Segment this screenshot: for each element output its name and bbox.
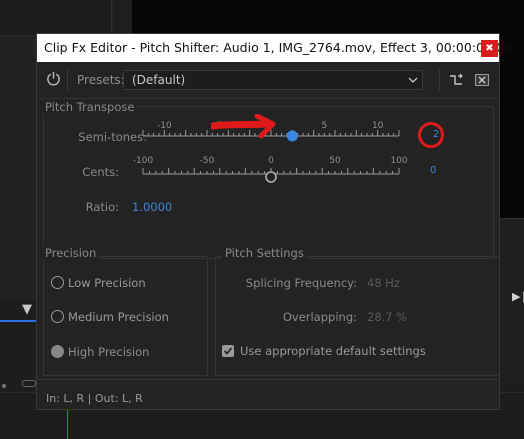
low-precision-radio[interactable]: Low Precision (51, 276, 146, 290)
overlapping-label: Overlapping: (282, 310, 357, 324)
splicing-frequency-value[interactable]: 48 Hz (367, 276, 400, 290)
radio-icon (51, 310, 64, 323)
presets-label: Presets: (77, 73, 125, 87)
radio-label: Medium Precision (68, 310, 169, 324)
bypass-icon[interactable] (475, 74, 489, 86)
slider-tick-label: -50 (200, 156, 215, 166)
ratio-value[interactable]: 1.0000 (132, 200, 172, 214)
pitch-settings-label: Pitch Settings (222, 246, 307, 260)
high-precision-radio[interactable]: High Precision (51, 345, 149, 359)
checkmark-icon (223, 347, 233, 355)
background-timeline-marker (0, 320, 36, 322)
slider-tick-label: 0 (268, 156, 274, 166)
slider-thumb[interactable] (265, 171, 277, 183)
slider-tick-label: -10 (157, 121, 172, 131)
routing-icon[interactable] (449, 73, 463, 87)
slider-thumb[interactable] (286, 130, 298, 142)
footer-divider (37, 379, 499, 380)
precision-label: Precision (42, 246, 100, 260)
slider-tick-label: 50 (329, 156, 341, 166)
filter-icon: ▼ (22, 302, 32, 317)
power-icon[interactable] (46, 71, 61, 86)
background-pane (0, 0, 112, 36)
cents-slider[interactable]: -100 -50 0 50 100 (131, 154, 411, 184)
toolbar-separator (67, 70, 68, 90)
pitch-transpose-label: Pitch Transpose (42, 100, 138, 114)
toolbar-divider (37, 98, 499, 99)
splicing-frequency-label: Splicing Frequency: (245, 276, 357, 290)
semitones-label: Semi-tones: (78, 130, 147, 144)
background-pane (114, 0, 132, 36)
slider-tick-label: 10 (372, 121, 384, 131)
background-dot-icon (2, 384, 6, 388)
use-default-label: Use appropriate default settings (240, 344, 426, 358)
title-bar[interactable]: Clip Fx Editor - Pitch Shifter: Audio 1,… (37, 34, 512, 62)
cents-label: Cents: (82, 165, 119, 179)
cents-value[interactable]: 0 (430, 165, 436, 176)
slider-tick-label: -100 (133, 156, 154, 166)
slider-tick-label: 5 (321, 121, 327, 131)
window-title: Clip Fx Editor - Pitch Shifter: Audio 1,… (44, 40, 513, 55)
background-tag-icon (22, 380, 36, 387)
radio-label: High Precision (68, 345, 150, 359)
radio-label: Low Precision (68, 276, 146, 290)
chevron-down-icon (408, 77, 418, 83)
annotation-arrow (211, 114, 276, 139)
effect-toolbar: Presets: (Default) (37, 62, 499, 98)
annotation-circle (418, 122, 444, 148)
medium-precision-radio[interactable]: Medium Precision (51, 310, 169, 324)
radio-icon (51, 276, 64, 289)
clip-fx-editor-dialog: Clip Fx Editor - Pitch Shifter: Audio 1,… (36, 33, 512, 410)
play-icon: ▶❚ (512, 290, 524, 303)
toolbar-separator (439, 70, 440, 90)
io-channels-text: In: L, R | Out: L, R (46, 392, 143, 405)
ratio-label: Ratio: (85, 200, 119, 214)
use-default-checkbox[interactable] (222, 345, 234, 357)
presets-value: (Default) (132, 73, 186, 87)
radio-selected-icon (51, 345, 64, 358)
close-button[interactable]: ✖ (481, 40, 498, 57)
presets-dropdown[interactable]: (Default) (123, 70, 423, 90)
slider-tick-label: 100 (390, 156, 407, 166)
overlapping-value[interactable]: 28.7 % (367, 310, 407, 324)
background-program-monitor (132, 0, 524, 36)
